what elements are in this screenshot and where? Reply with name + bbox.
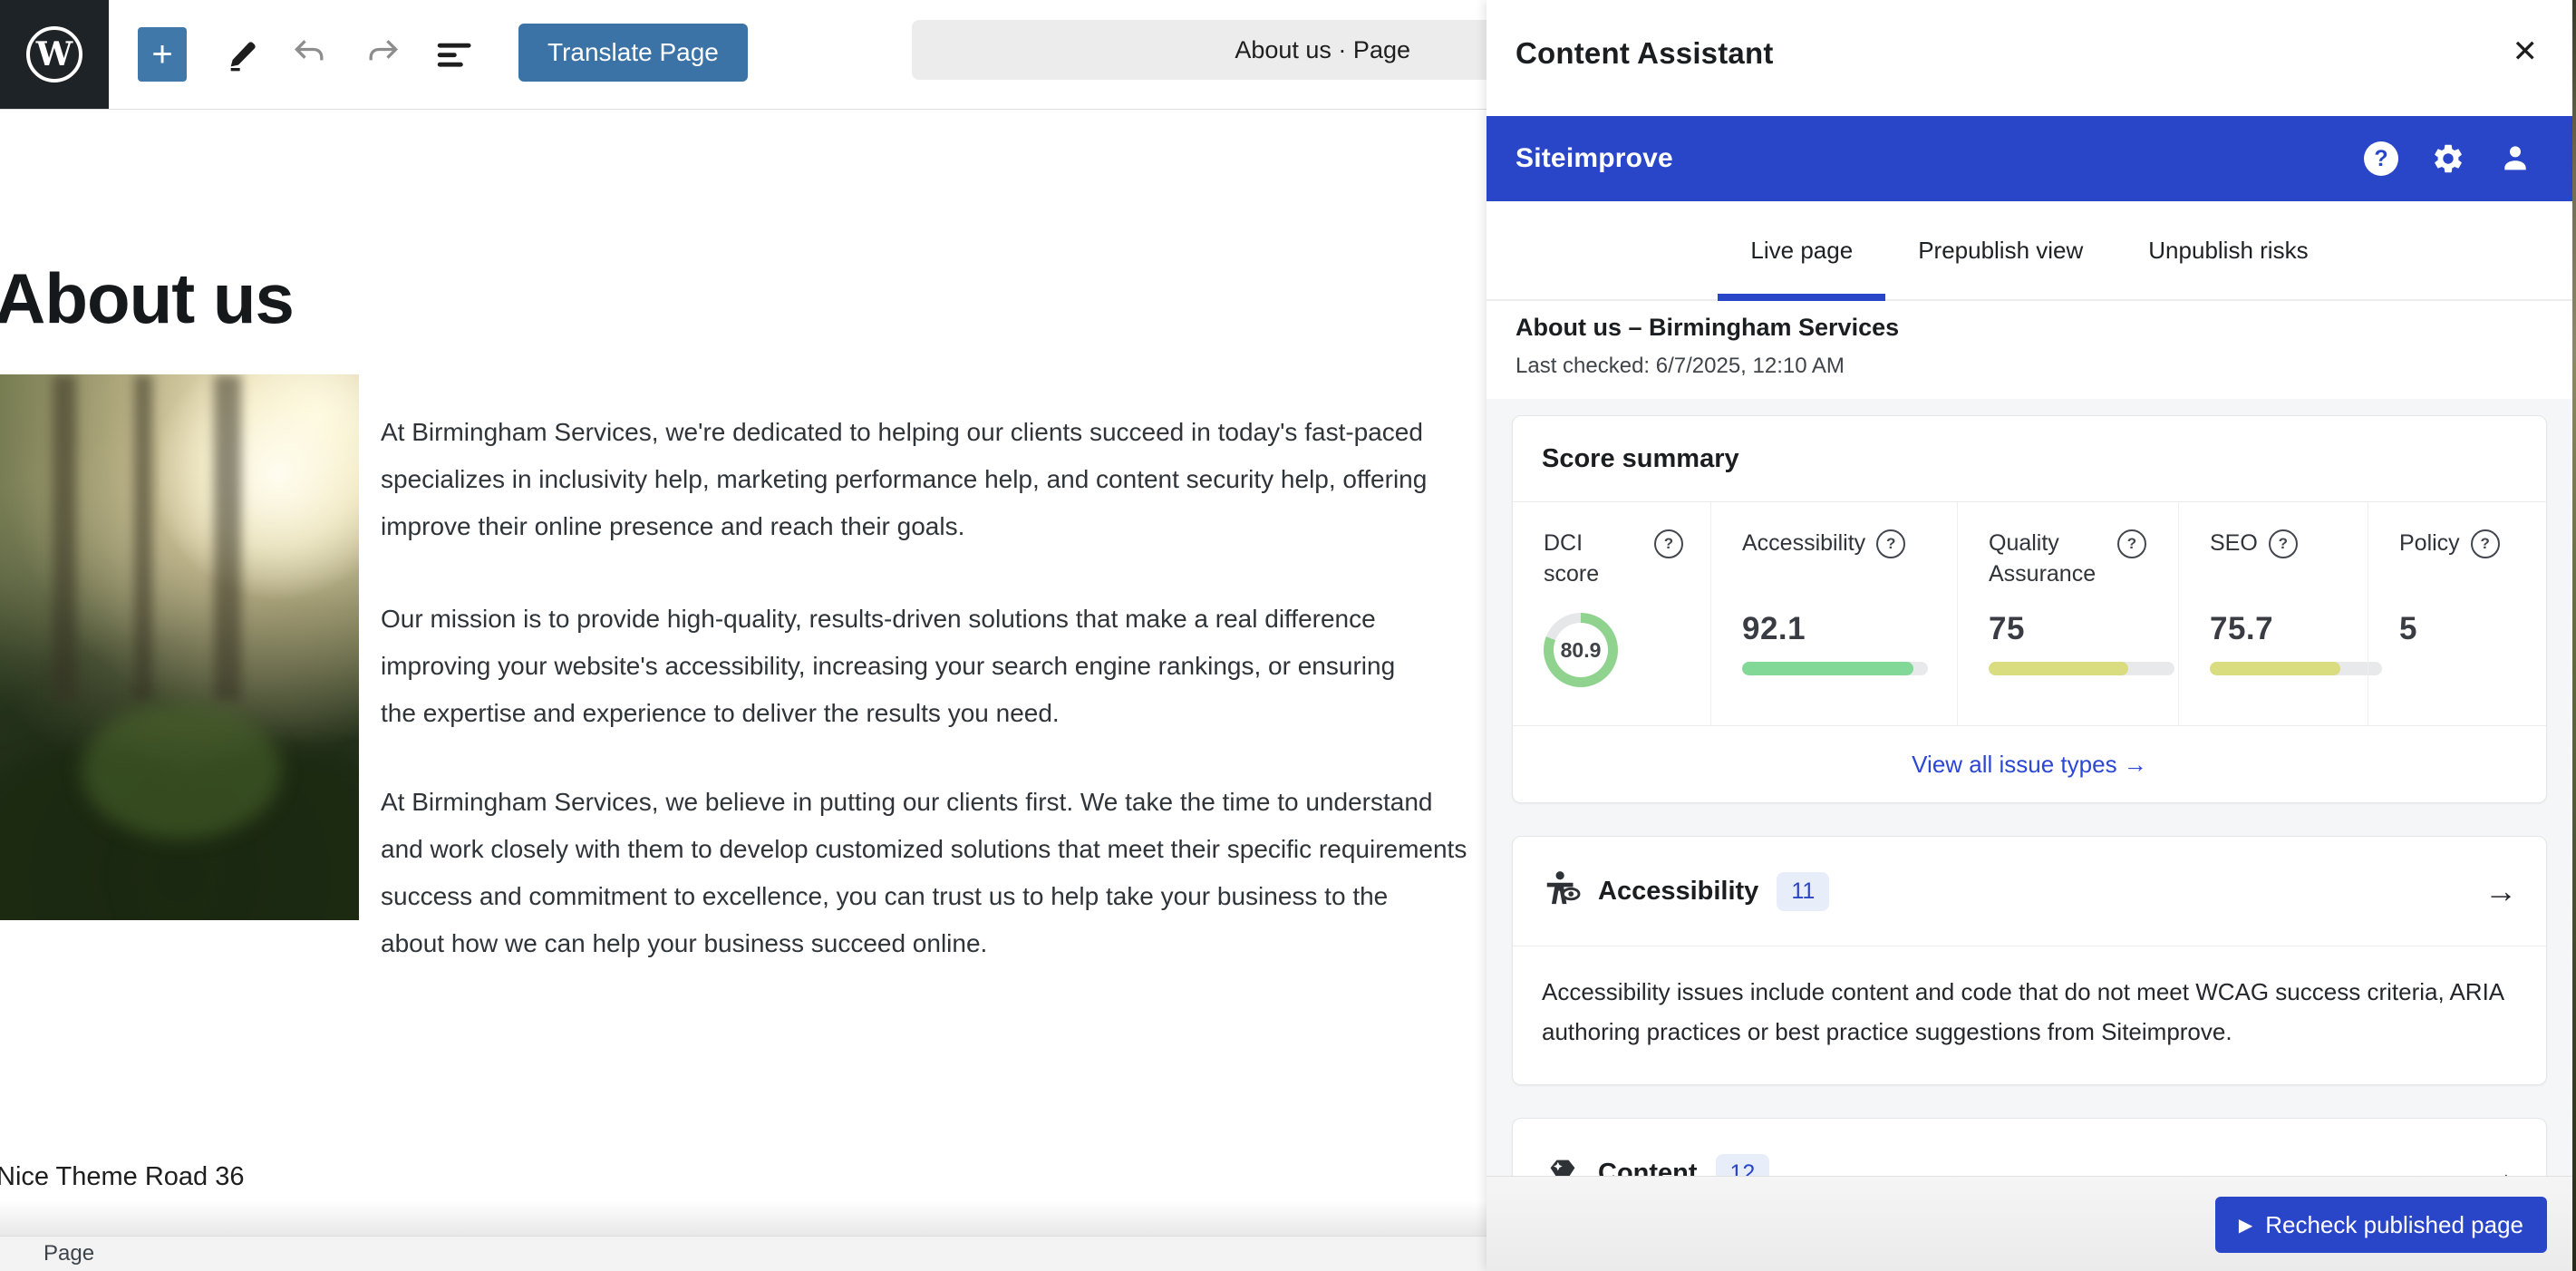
accessibility-card-header[interactable]: Accessibility 11 → <box>1513 837 2546 946</box>
accessibility-description: Accessibility issues include content and… <box>1513 946 2546 1084</box>
score-summary-title: Score summary <box>1513 416 2546 502</box>
dci-score-value: 80.9 <box>1544 613 1618 687</box>
tree-trunk <box>134 374 152 702</box>
tab-prepublish-view[interactable]: Prepublish view <box>1885 201 2116 299</box>
tree-trunk <box>214 374 241 702</box>
pencil-icon <box>225 36 261 73</box>
view-all-issue-types-link[interactable]: View all issue types → <box>1912 751 2147 779</box>
recheck-button-label: Recheck published page <box>2265 1211 2523 1239</box>
checked-page-title: About us – Birmingham Services <box>1516 314 1899 342</box>
brand-name: Siteimprove <box>1516 143 1673 174</box>
translate-page-button[interactable]: Translate Page <box>518 24 748 82</box>
panel-title: Content Assistant <box>1516 36 1774 71</box>
score-value: 5 <box>2399 611 2528 647</box>
score-summary-footer: View all issue types → <box>1513 725 2546 802</box>
score-bar-track <box>1989 662 2174 675</box>
score-col-quality-assurance: Quality Assurance ? 75 <box>1957 502 2178 725</box>
wordpress-icon: W <box>24 24 84 84</box>
content-assistant-panel: Content Assistant ✕ Siteimprove ? Live p… <box>1487 0 2572 1271</box>
page-title[interactable]: About us <box>0 257 294 340</box>
close-icon[interactable]: ✕ <box>2513 36 2539 67</box>
card-title: Accessibility <box>1598 877 1758 907</box>
score-value: 75 <box>1989 611 2160 647</box>
accessibility-card: Accessibility 11 → Accessibility issues … <box>1512 836 2547 1085</box>
score-bar-track <box>1742 662 1928 675</box>
recheck-published-page-button[interactable]: ▶ Recheck published page <box>2215 1197 2547 1253</box>
siteimprove-brand-bar: Siteimprove ? <box>1487 116 2572 201</box>
document-bar[interactable]: About us · Page <box>912 20 1546 80</box>
play-icon: ▶ <box>2239 1214 2252 1237</box>
score-label: Quality Assurance <box>1989 528 2106 589</box>
list-view-icon <box>436 35 474 73</box>
accessibility-person-icon <box>1542 870 1583 912</box>
settings-gear-icon[interactable] <box>2431 141 2465 176</box>
panel-body: Score summary DCI score ? 80.9 Accessibi… <box>1487 399 2572 1271</box>
score-bar-fill <box>1742 662 1913 675</box>
help-icon[interactable]: ? <box>1654 529 1683 558</box>
score-col-seo: SEO ? 75.7 <box>2178 502 2368 725</box>
breadcrumb[interactable]: Page <box>44 1237 94 1271</box>
fern-foliage <box>82 703 281 839</box>
score-col-dci: DCI score ? 80.9 <box>1513 502 1710 725</box>
score-columns: DCI score ? 80.9 Accessibility ? 92.1 <box>1513 502 2546 725</box>
help-icon[interactable]: ? <box>2117 529 2146 558</box>
undo-icon <box>290 34 330 74</box>
last-checked-text: Last checked: 6/7/2025, 12:10 AM <box>1516 354 1845 379</box>
address-text-block[interactable]: Nice Theme Road 36 <box>0 1162 245 1192</box>
help-icon[interactable]: ? <box>1876 529 1905 558</box>
redo-icon <box>363 34 402 74</box>
dci-score-gauge: 80.9 <box>1544 613 1618 687</box>
forest-image[interactable] <box>0 374 359 920</box>
panel-tabs: Live page Prepublish view Unpublish risk… <box>1487 201 2572 301</box>
arrow-right-icon[interactable]: → <box>2484 872 2517 910</box>
svg-text:W: W <box>35 35 73 73</box>
score-label: Policy <box>2399 528 2460 558</box>
panel-header: Content Assistant ✕ <box>1487 0 2572 116</box>
score-summary-card: Score summary DCI score ? 80.9 Accessibi… <box>1512 415 2547 803</box>
tab-unpublish-risks[interactable]: Unpublish risks <box>2116 201 2340 299</box>
score-value: 92.1 <box>1742 611 1939 647</box>
panel-footer: ▶ Recheck published page <box>1487 1176 2572 1271</box>
help-icon[interactable]: ? <box>2364 141 2398 176</box>
score-label: Accessibility <box>1742 528 1865 558</box>
document-bar-label: About us · Page <box>1235 20 1410 80</box>
score-label: SEO <box>2210 528 2258 558</box>
document-overview-button[interactable] <box>433 33 477 76</box>
help-icon[interactable]: ? <box>2471 529 2500 558</box>
checked-page-info: About us – Birmingham Services Last chec… <box>1487 301 2572 399</box>
wordpress-logo[interactable]: W <box>0 0 109 109</box>
undo-button[interactable] <box>288 33 332 76</box>
tree-trunk <box>53 374 76 702</box>
score-bar-fill <box>2210 662 2340 675</box>
block-inserter-button[interactable]: + <box>138 27 187 82</box>
tab-live-page[interactable]: Live page <box>1718 201 1885 299</box>
score-col-policy: Policy ? 5 <box>2368 502 2546 725</box>
score-label: DCI score <box>1544 528 1643 589</box>
score-bar-fill <box>1989 662 2128 675</box>
background-page-edge <box>2572 0 2576 1271</box>
redo-button[interactable] <box>361 33 404 76</box>
issue-count-badge: 11 <box>1777 872 1829 911</box>
sunlight-glow <box>160 374 359 610</box>
score-value: 75.7 <box>2210 611 2349 647</box>
score-col-accessibility: Accessibility ? 92.1 <box>1710 502 1957 725</box>
edit-tool-button[interactable] <box>221 33 265 76</box>
score-bar-track <box>2210 662 2382 675</box>
help-icon[interactable]: ? <box>2269 529 2298 558</box>
account-person-icon[interactable] <box>2498 141 2532 176</box>
